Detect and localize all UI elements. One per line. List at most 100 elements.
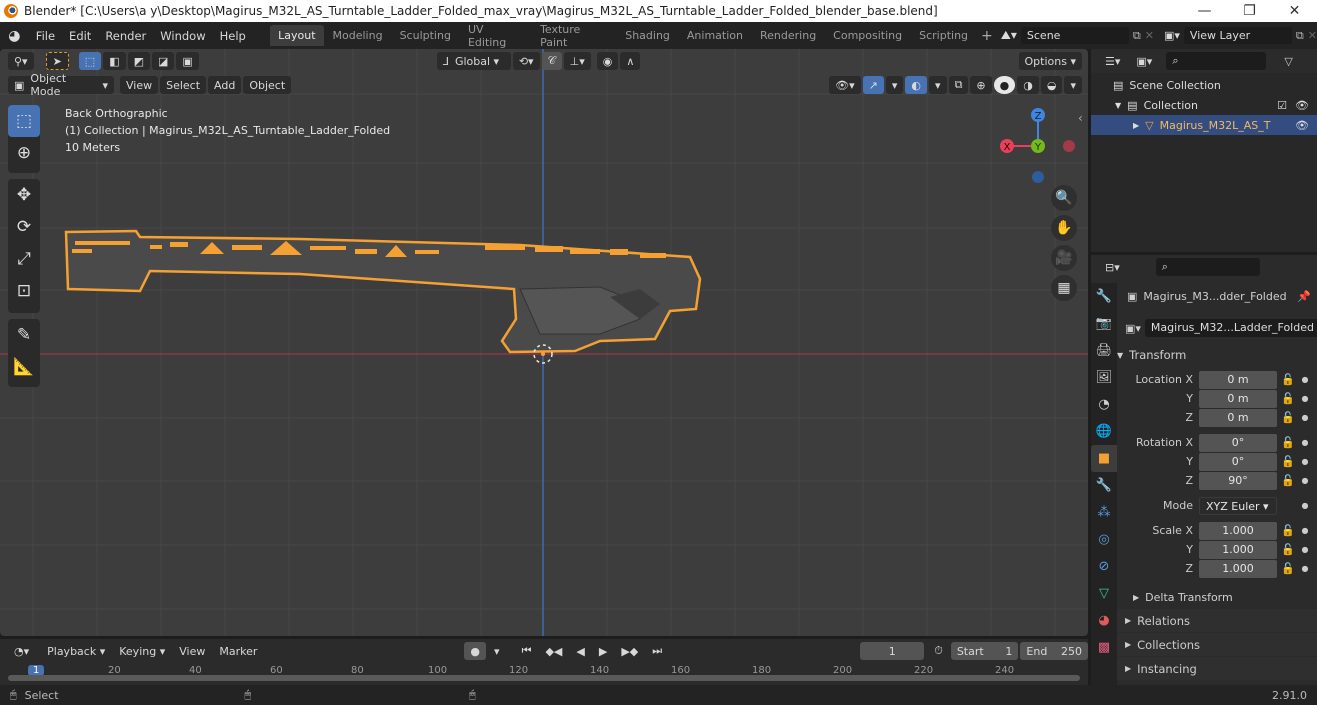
keyframe-dot[interactable]: ● bbox=[1299, 394, 1311, 403]
pivot-point-icon[interactable]: ⟲▾ bbox=[512, 52, 540, 70]
menu-render[interactable]: Render bbox=[98, 29, 153, 43]
tab-sculpting[interactable]: Sculpting bbox=[392, 25, 459, 46]
play-icon[interactable]: ▶ bbox=[592, 642, 614, 660]
navigation-gizmo[interactable]: Z X Y bbox=[995, 104, 1080, 184]
blender-menu-icon[interactable]: ◕ bbox=[0, 28, 29, 44]
lock-icon[interactable]: 🔓 bbox=[1277, 524, 1299, 537]
menu-file[interactable]: File bbox=[29, 29, 62, 43]
object-name-field[interactable]: Magirus_M32...Ladder_Folded bbox=[1144, 319, 1317, 337]
select-mode-subtract-icon[interactable]: ◩ bbox=[127, 52, 151, 70]
cursor-tool-icon[interactable]: ⊕ bbox=[8, 137, 40, 169]
texture-tab-icon[interactable]: ▩ bbox=[1091, 634, 1117, 661]
visibility-icon[interactable]: 👁▾ bbox=[829, 76, 861, 94]
lock-icon[interactable]: 🔓 bbox=[1277, 411, 1299, 424]
menu-window[interactable]: Window bbox=[153, 29, 212, 43]
close-button[interactable]: ✕ bbox=[1272, 0, 1317, 22]
rendered-shading-icon[interactable]: ◒ bbox=[1040, 76, 1063, 94]
display-mode-icon[interactable]: ☰▾ bbox=[1099, 52, 1127, 70]
properties-search-input[interactable]: ⌕ bbox=[1155, 258, 1260, 276]
3d-viewport[interactable]: ⚲▾ ➤ ⬚ ◧ ◩ ◪ ▣ ⅃ Global ▾ ⟲▾ 𝒞 ⊥▾ ◉ ∧ Opt… bbox=[0, 49, 1088, 636]
xray-toggle-icon[interactable]: ⧉ bbox=[948, 76, 969, 94]
scale-z-field[interactable]: 1.000 bbox=[1199, 559, 1277, 578]
lock-icon[interactable]: 🔓 bbox=[1277, 455, 1299, 468]
keyframe-dot[interactable]: ● bbox=[1299, 501, 1311, 510]
shading-dropdown-icon[interactable]: ▾ bbox=[1064, 76, 1082, 94]
view-layer-tab-icon[interactable]: 🖼 bbox=[1091, 364, 1117, 391]
timeline-scrollbar[interactable] bbox=[8, 675, 1080, 681]
marker-menu[interactable]: Marker bbox=[213, 642, 263, 660]
material-tab-icon[interactable]: ◕ bbox=[1091, 607, 1117, 634]
outliner-scene-collection[interactable]: ▤ Scene Collection bbox=[1091, 75, 1317, 95]
rotate-tool-icon[interactable]: ⟳ bbox=[8, 211, 40, 243]
auto-keying-icon[interactable]: ● bbox=[464, 642, 487, 660]
object-tab-icon[interactable]: ■ bbox=[1091, 445, 1117, 472]
menu-edit[interactable]: Edit bbox=[62, 29, 98, 43]
pan-hand-icon[interactable]: ✋ bbox=[1051, 215, 1077, 241]
prev-keyframe-icon[interactable]: ◆◀ bbox=[539, 642, 569, 660]
end-frame-field[interactable]: End 250 bbox=[1020, 642, 1089, 660]
menu-object[interactable]: Object bbox=[243, 76, 292, 94]
render-tab-icon[interactable]: 📷 bbox=[1091, 310, 1117, 337]
menu-select[interactable]: Select bbox=[160, 76, 207, 94]
lock-icon[interactable]: 🔓 bbox=[1277, 436, 1299, 449]
select-tool-icon[interactable]: ➤ bbox=[45, 52, 69, 70]
ortho-grid-icon[interactable]: ▦ bbox=[1051, 275, 1077, 301]
wireframe-shading-icon[interactable]: ⊕ bbox=[970, 76, 992, 94]
particles-tab-icon[interactable]: ⁂ bbox=[1091, 499, 1117, 526]
visibility-eye-icon[interactable]: 👁 bbox=[1295, 99, 1309, 112]
start-frame-field[interactable]: Start 1 bbox=[950, 642, 1019, 660]
tab-animation[interactable]: Animation bbox=[679, 25, 751, 46]
tab-layout[interactable]: Layout bbox=[270, 25, 324, 46]
keyframe-dot[interactable]: ● bbox=[1299, 457, 1311, 466]
restore-button[interactable]: ❐ bbox=[1227, 0, 1272, 22]
view-layer-field[interactable]: View Layer bbox=[1183, 27, 1292, 44]
tab-modeling[interactable]: Modeling bbox=[325, 25, 391, 46]
tab-compositing[interactable]: Compositing bbox=[825, 25, 910, 46]
filter-icon[interactable]: ▽ bbox=[1284, 55, 1292, 68]
tab-rendering[interactable]: Rendering bbox=[752, 25, 824, 46]
proportional-editing-icon[interactable]: ◉ bbox=[596, 52, 619, 70]
pin-icon[interactable]: 📌 bbox=[1297, 290, 1311, 303]
visibility-eye-icon[interactable]: 👁 bbox=[1295, 119, 1309, 132]
select-box-tool-icon[interactable]: ⬚ bbox=[8, 105, 40, 137]
mode-dropdown[interactable]: ▣ Object Mode ▾ bbox=[8, 72, 114, 98]
expand-arrow-icon[interactable]: ▼ bbox=[1115, 101, 1121, 110]
output-tab-icon[interactable]: 🖨 bbox=[1091, 337, 1117, 364]
tab-shading[interactable]: Shading bbox=[617, 25, 678, 46]
timeline-ruler[interactable]: 1 20 40 60 80 100 120 140 160 180 200 22… bbox=[0, 663, 1088, 685]
delta-transform-subpanel[interactable]: ▶ Delta Transform bbox=[1121, 586, 1317, 608]
tab-texture-paint[interactable]: Texture Paint bbox=[532, 19, 616, 53]
transform-panel-header[interactable]: ▼ Transform bbox=[1117, 344, 1317, 366]
scale-tool-icon[interactable]: ⤢ bbox=[8, 243, 40, 275]
location-y-field[interactable]: 0 m bbox=[1199, 389, 1277, 408]
select-mode-invert-icon[interactable]: ◪ bbox=[152, 52, 175, 70]
lock-icon[interactable]: 🔓 bbox=[1277, 373, 1299, 386]
current-frame-field[interactable]: 1 bbox=[860, 642, 925, 660]
mesh-data-tab-icon[interactable]: ▽ bbox=[1091, 580, 1117, 607]
relations-panel[interactable]: ▶ Relations bbox=[1117, 609, 1317, 632]
snap-toggle-icon[interactable]: 𝒞 bbox=[541, 52, 562, 70]
menu-help[interactable]: Help bbox=[213, 29, 253, 43]
lock-icon[interactable]: 🔓 bbox=[1277, 562, 1299, 575]
gizmo-toggle-icon[interactable]: ↗ bbox=[862, 76, 884, 94]
new-view-layer-icon[interactable]: ⧉ bbox=[1292, 29, 1308, 43]
delete-scene-icon[interactable]: ✕ bbox=[1145, 29, 1160, 42]
annotate-tool-icon[interactable]: ✎ bbox=[8, 319, 40, 351]
overlays-dropdown-icon[interactable]: ▾ bbox=[929, 76, 947, 94]
overlays-toggle-icon[interactable]: ◐ bbox=[905, 76, 928, 94]
outliner-collection[interactable]: ▼ ▤ Collection ☑ 👁 bbox=[1091, 95, 1317, 115]
zoom-icon[interactable]: 🔍 bbox=[1051, 185, 1077, 211]
rotation-z-field[interactable]: 90° bbox=[1199, 471, 1277, 490]
expand-arrow-icon[interactable]: ▶ bbox=[1133, 121, 1139, 130]
play-reverse-icon[interactable]: ◀ bbox=[570, 642, 591, 660]
filter-view-layer-icon[interactable]: ▣▾ bbox=[1130, 52, 1159, 70]
delete-view-layer-icon[interactable]: ✕ bbox=[1308, 29, 1317, 42]
snap-target-icon[interactable]: ⊥▾ bbox=[563, 52, 591, 70]
tab-scripting[interactable]: Scripting bbox=[911, 25, 976, 46]
timeline-editor-type-icon[interactable]: ◔▾ bbox=[8, 642, 36, 660]
constraints-tab-icon[interactable]: ⊘ bbox=[1091, 553, 1117, 580]
physics-tab-icon[interactable]: ◎ bbox=[1091, 526, 1117, 553]
timeline-view-menu[interactable]: View bbox=[173, 642, 211, 660]
keyframe-dot[interactable]: ● bbox=[1299, 413, 1311, 422]
gizmo-dropdown-icon[interactable]: ▾ bbox=[885, 76, 904, 94]
